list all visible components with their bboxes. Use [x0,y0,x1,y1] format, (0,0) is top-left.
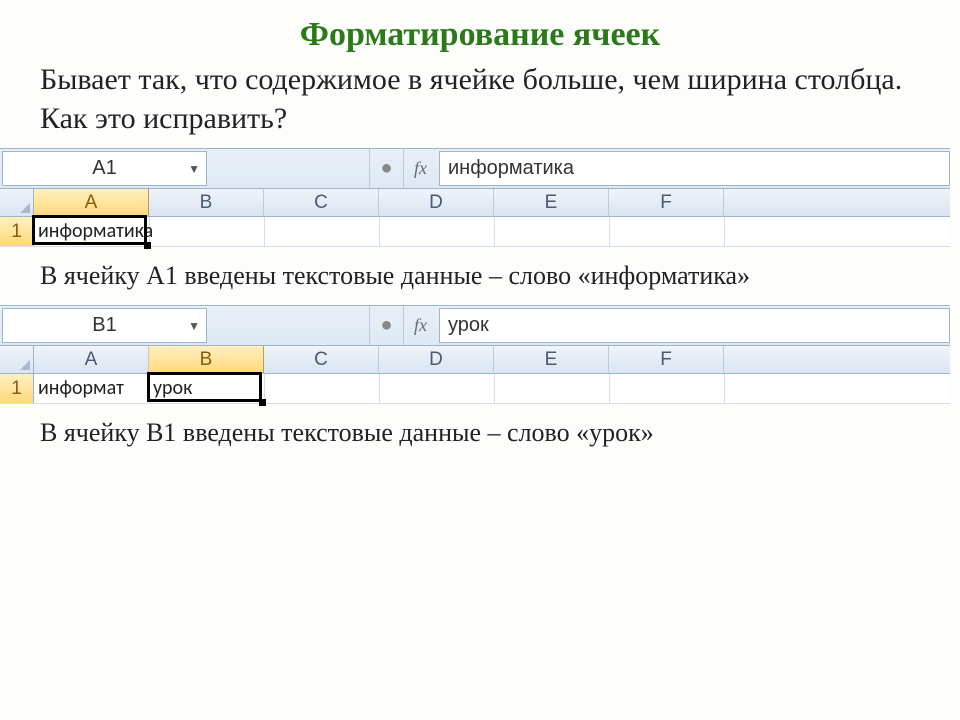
name-box-value: A1 [92,157,116,180]
expand-icon[interactable]: ● [369,306,403,345]
spreadsheet-grid[interactable]: A B C D E F 1 информат урок [0,346,950,404]
name-box[interactable]: B1 ▼ [2,308,207,343]
name-box[interactable]: A1 ▼ [2,151,207,186]
col-header-d[interactable]: D [379,346,494,373]
col-header-f[interactable]: F [609,189,724,216]
fx-button[interactable]: fx [403,306,437,345]
selection-box [32,215,147,245]
caption-1: В ячейку А1 введены текстовые данные – с… [40,261,920,291]
expand-icon[interactable]: ● [369,149,403,188]
col-header-d[interactable]: D [379,189,494,216]
fx-button[interactable]: fx [403,149,437,188]
col-header-c[interactable]: C [264,346,379,373]
col-header-a[interactable]: A [34,189,149,216]
col-header-c[interactable]: C [264,189,379,216]
row-header-1[interactable]: 1 [0,217,34,246]
fill-handle[interactable] [144,242,151,249]
col-header-e[interactable]: E [494,189,609,216]
page-title: Форматирование ячеек [40,16,920,54]
formula-bar: A1 ▼ ● fx информатика [0,149,950,189]
chevron-down-icon[interactable]: ▼ [188,162,200,176]
formula-input[interactable]: информатика [439,151,950,186]
chevron-down-icon[interactable]: ▼ [188,319,200,333]
col-header-b[interactable]: B [149,189,264,216]
formula-value: информатика [448,157,574,180]
formula-bar: B1 ▼ ● fx урок [0,306,950,346]
fill-handle[interactable] [259,399,266,406]
name-box-value: B1 [92,314,116,337]
selection-box [147,372,262,402]
select-all-corner[interactable] [0,189,34,216]
col-header-f[interactable]: F [609,346,724,373]
spreadsheet-grid[interactable]: A B C D E F 1 информатика [0,189,950,247]
col-header-b[interactable]: B [149,346,264,373]
intro-paragraph: Бывает так, что содержимое в ячейке боль… [40,60,920,138]
excel-screenshot-1: A1 ▼ ● fx информатика A B C D E F 1 [0,148,950,247]
caption-2: В ячейку В1 введены текстовые данные – с… [40,418,920,448]
cell-a1-text: информат [38,376,149,400]
row-header-1[interactable]: 1 [0,374,34,403]
select-all-corner[interactable] [0,346,34,373]
excel-screenshot-2: B1 ▼ ● fx урок A B C D E F 1 [0,305,950,404]
formula-value: урок [448,314,489,337]
col-header-e[interactable]: E [494,346,609,373]
formula-input[interactable]: урок [439,308,950,343]
col-header-a[interactable]: A [34,346,149,373]
